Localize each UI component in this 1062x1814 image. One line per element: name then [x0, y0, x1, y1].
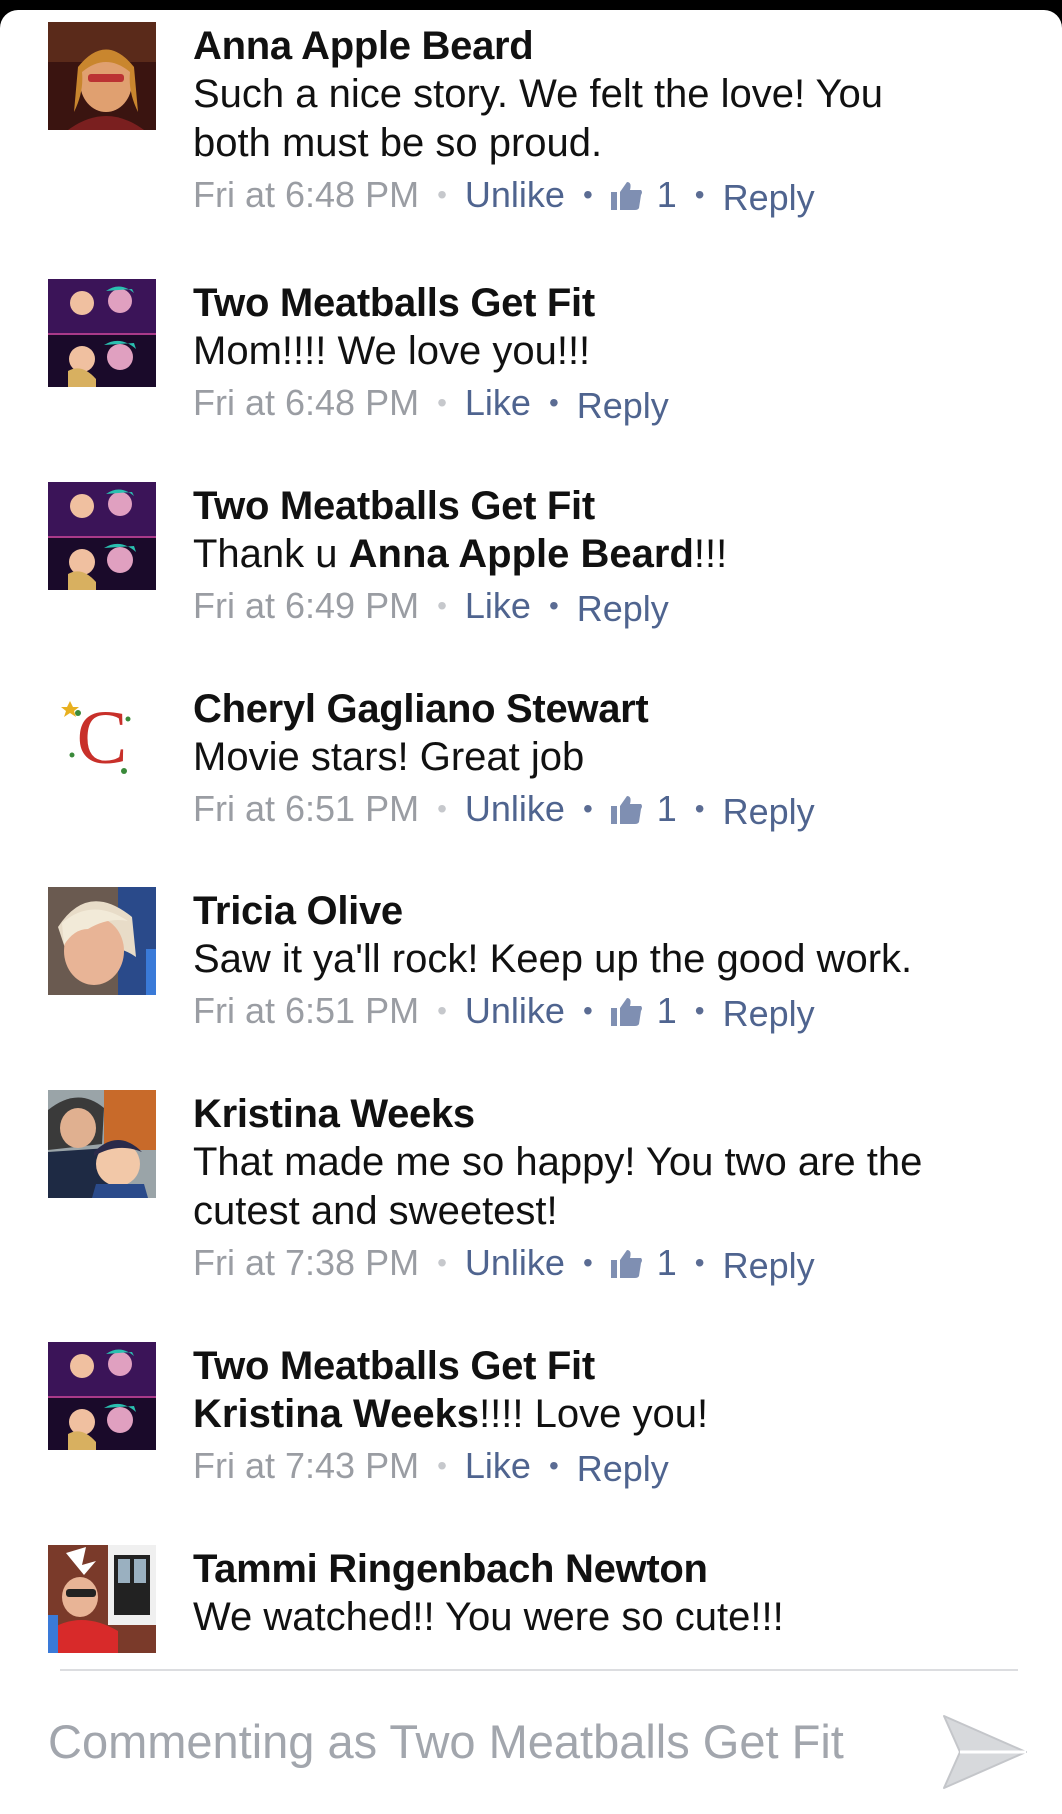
reply-button[interactable]: Reply [577, 384, 669, 428]
comment-timestamp[interactable]: Fri at 6:48 PM [193, 173, 419, 217]
comment-timestamp[interactable]: Fri at 6:51 PM [193, 989, 419, 1033]
composer-divider [60, 1669, 1018, 1671]
comment-timestamp[interactable]: Fri at 6:48 PM [193, 381, 419, 425]
like-button[interactable]: Like [465, 381, 531, 425]
reply-button[interactable]: Reply [577, 1447, 669, 1491]
separator-dot: • [694, 1247, 705, 1278]
comment-text: both must be so proud. [193, 121, 603, 165]
separator-dot: • [437, 793, 447, 824]
like-count[interactable]: 1 [610, 787, 677, 831]
like-count[interactable]: 1 [610, 989, 677, 1033]
separator-dot: • [437, 179, 447, 210]
comment-author[interactable]: Tammi Ringenbach Newton [193, 1545, 1013, 1593]
unlike-button[interactable]: Unlike [465, 787, 565, 831]
comment-meta: Fri at 6:49 PM • Like • Reply [193, 581, 1013, 631]
separator-dot: • [548, 387, 559, 418]
comment-meta: Fri at 6:48 PM • Like • Reply [193, 378, 1013, 428]
separator-dot: • [548, 590, 559, 621]
comment-text: Thank u Anna Apple Beard!!! [193, 532, 728, 576]
separator-dot: • [437, 1247, 447, 1278]
separator-dot: • [694, 179, 705, 210]
like-count[interactable]: 1 [610, 173, 677, 217]
unlike-button[interactable]: Unlike [465, 1241, 565, 1285]
comment-text: Saw it ya'll rock! Keep up the good work… [193, 937, 913, 981]
avatar[interactable] [48, 887, 156, 995]
comment-timestamp[interactable]: Fri at 7:38 PM [193, 1241, 419, 1285]
comments-sheet: Anna Apple Beard Such a nice story. We f… [0, 10, 1062, 1814]
avatar[interactable] [48, 1090, 156, 1198]
like-button[interactable]: Like [465, 1444, 531, 1488]
comment-text: Such a nice story. We felt the love! You [193, 72, 884, 116]
comment-meta: Fri at 6:51 PM • Unlike • 1 • Reply [193, 784, 1013, 834]
comment-input[interactable]: Commenting as Two Meatballs Get Fit [48, 1714, 844, 1769]
avatar[interactable] [48, 1545, 156, 1653]
thumbs-up-icon [610, 182, 642, 210]
like-count[interactable]: 1 [610, 1241, 677, 1285]
comment-author[interactable]: Anna Apple Beard [193, 22, 1013, 70]
comment-text: That made me so happy! You two are the [193, 1140, 923, 1184]
svg-text:C: C [77, 696, 128, 780]
separator-dot: • [437, 590, 447, 621]
thumbs-up-icon [610, 796, 642, 824]
separator-dot: • [582, 995, 593, 1026]
separator-dot: • [582, 179, 593, 210]
separator-dot: • [694, 793, 705, 824]
avatar[interactable] [48, 22, 156, 130]
separator-dot: • [437, 995, 447, 1026]
comment-composer: Commenting as Two Meatballs Get Fit [0, 1682, 1062, 1812]
comment-text: Mom!!!! We love you!!! [193, 329, 591, 373]
comment-author[interactable]: Kristina Weeks [193, 1090, 1013, 1138]
mention-link[interactable]: Anna Apple Beard [349, 532, 694, 576]
comment-timestamp[interactable]: Fri at 6:49 PM [193, 584, 419, 628]
comment-timestamp[interactable]: Fri at 6:51 PM [193, 787, 419, 831]
avatar[interactable] [48, 279, 156, 387]
reply-button[interactable]: Reply [723, 790, 815, 834]
mention-link[interactable]: Kristina Weeks [193, 1392, 479, 1436]
avatar[interactable] [48, 482, 156, 590]
separator-dot: • [694, 995, 705, 1026]
separator-dot: • [437, 387, 447, 418]
comment-timestamp[interactable]: Fri at 7:43 PM [193, 1444, 419, 1488]
comment-text: Kristina Weeks!!!! Love you! [193, 1392, 709, 1436]
comment-author[interactable]: Two Meatballs Get Fit [193, 279, 1013, 327]
comment-meta: Fri at 6:51 PM • Unlike • 1 • Reply [193, 986, 1013, 1036]
comment-meta: Fri at 6:48 PM • Unlike • 1 • Reply [193, 170, 1013, 220]
avatar[interactable] [48, 1342, 156, 1450]
comment-author[interactable]: Cheryl Gagliano Stewart [193, 685, 1013, 733]
separator-dot: • [548, 1450, 559, 1481]
avatar[interactable]: C [48, 685, 156, 793]
comment-meta: Fri at 7:43 PM • Like • Reply [193, 1441, 1013, 1491]
comment-text: cutest and sweetest! [193, 1189, 558, 1233]
comment-text: We watched!! You were so cute!!! [193, 1595, 784, 1639]
reply-button[interactable]: Reply [723, 1244, 815, 1288]
separator-dot: • [582, 793, 593, 824]
thumbs-up-icon [610, 998, 642, 1026]
like-button[interactable]: Like [465, 584, 531, 628]
reply-button[interactable]: Reply [723, 176, 815, 220]
unlike-button[interactable]: Unlike [465, 989, 565, 1033]
comment-text: Movie stars! Great job [193, 735, 585, 779]
comment-author[interactable]: Tricia Olive [193, 887, 1013, 935]
comment-author[interactable]: Two Meatballs Get Fit [193, 482, 1013, 530]
unlike-button[interactable]: Unlike [465, 173, 565, 217]
comment-meta: Fri at 7:38 PM • Unlike • 1 • Reply [193, 1238, 1013, 1288]
separator-dot: • [582, 1247, 593, 1278]
separator-dot: • [437, 1450, 447, 1481]
thumbs-up-icon [610, 1250, 642, 1278]
reply-button[interactable]: Reply [723, 992, 815, 1036]
send-icon[interactable] [940, 1712, 1030, 1792]
comment-author[interactable]: Two Meatballs Get Fit [193, 1342, 1013, 1390]
reply-button[interactable]: Reply [577, 587, 669, 631]
